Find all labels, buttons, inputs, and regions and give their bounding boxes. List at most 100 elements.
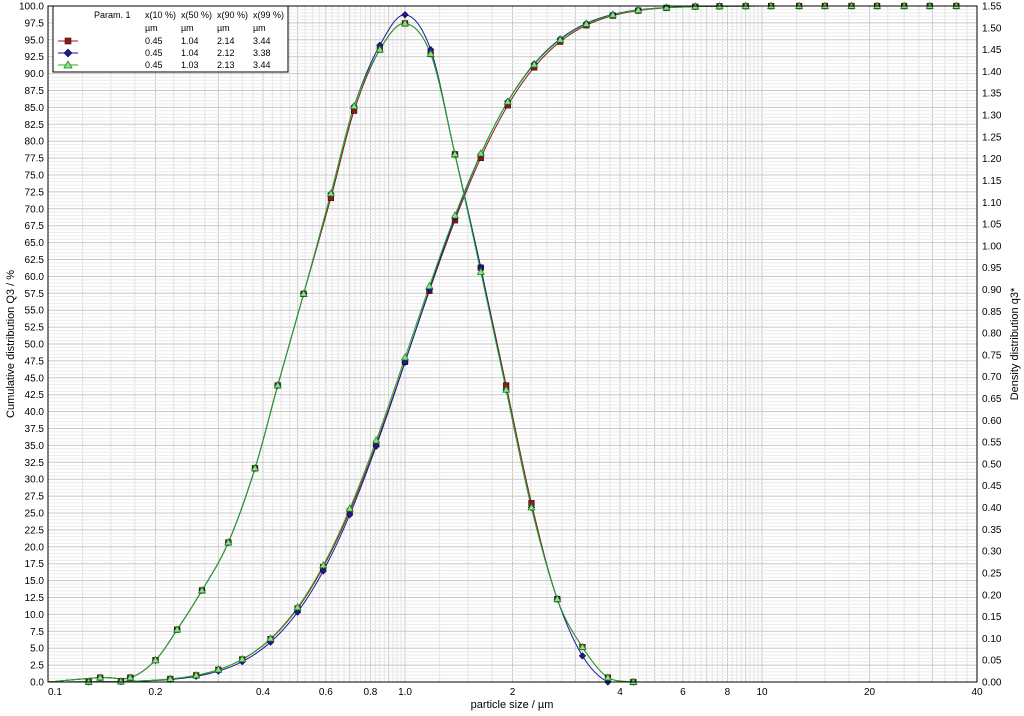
y-left-tick-label: 100.0 [19,2,44,13]
y-left-tick-label: 80.0 [25,137,45,148]
y-right-tick-label: 0.00 [982,678,1002,689]
x-tick-label: 10 [756,687,768,698]
y-left-tick-label: 20.0 [25,542,45,553]
legend-row-1-x50: 1.04 [181,36,199,46]
y-right-tick-label: 0.85 [982,307,1002,318]
legend-row-1-x99: 3.44 [253,36,271,46]
y-right-tick-label: 1.45 [982,45,1002,56]
y-right-tick-label: 1.20 [982,154,1002,165]
x-tick-label: 2 [510,687,516,698]
y-left-tick-label: 2.5 [30,661,44,672]
y-left-tick-label: 30.0 [25,475,45,486]
y-left-tick-label: 27.5 [25,492,45,503]
y-right-tick-label: 1.35 [982,89,1002,100]
y-left-tick-label: 90.0 [25,69,45,80]
y-right-tick-label: 1.30 [982,111,1002,122]
y-right-tick-label: 1.10 [982,198,1002,209]
y-right-tick-label: 0.05 [982,656,1002,667]
y-left-tick-label: 57.5 [25,289,45,300]
y-left-tick-label: 50.0 [25,340,45,351]
legend-row-2-x90: 2.12 [217,48,235,58]
y-right-tick-label: 1.50 [982,23,1002,34]
x-tick-label: 40 [971,687,983,698]
y-left-tick-label: 40.0 [25,407,45,418]
x-tick-label: 0.4 [256,687,270,698]
y-left-tick-label: 5.0 [30,644,44,655]
y-left-tick-label: 67.5 [25,221,45,232]
y-left-tick-label: 10.0 [25,610,45,621]
y-left-tick-label: 75.0 [25,171,45,182]
y-right-tick-label: 0.10 [982,634,1002,645]
y-left-tick-label: 7.5 [30,627,44,638]
x-tick-label: 0.6 [319,687,333,698]
y-left-tick-label: 25.0 [25,509,45,520]
legend-unit-x90: µm [217,23,230,33]
x-tick-label: 0.8 [363,687,377,698]
y-left-tick-label: 15.0 [25,576,45,587]
y-left-tick-label: 0.0 [30,678,44,689]
y-left-tick-label: 47.5 [25,356,45,367]
legend-row-1-x90: 2.14 [217,36,235,46]
y-left-tick-label: 37.5 [25,424,45,435]
x-tick-label: 4 [617,687,623,698]
y-left-tick-label: 12.5 [25,593,45,604]
x-tick-label: 0.2 [149,687,163,698]
y-right-tick-label: 0.30 [982,547,1002,558]
y-right-tick-label: 1.55 [982,2,1002,13]
x-tick-label: 20 [864,687,876,698]
legend-row-3-x10: 0.45 [145,60,163,70]
x-axis-title: particle size / µm [471,699,554,711]
y-right-tick-label: 0.15 [982,612,1002,623]
y-left-tick-label: 77.5 [25,154,45,165]
x-tick-label: 6 [680,687,686,698]
y-left-tick-label: 92.5 [25,52,45,63]
y-left-tick-label: 55.0 [25,306,45,317]
y-right-tick-label: 0.95 [982,263,1002,274]
y-right-tick-label: 0.70 [982,372,1002,383]
y-left-tick-label: 52.5 [25,323,45,334]
y-right-tick-label: 0.90 [982,285,1002,296]
y-left-tick-label: 65.0 [25,238,45,249]
y-left-tick-label: 87.5 [25,86,45,97]
y-right-tick-label: 0.60 [982,416,1002,427]
legend-header-param: Param. 1 [94,10,131,20]
y-left-tick-label: 85.0 [25,103,45,114]
y-right-tick-label: 1.40 [982,67,1002,78]
y-left-tick-label: 95.0 [25,35,45,46]
legend-unit-x50: µm [181,23,194,33]
y-left-tick-label: 17.5 [25,559,45,570]
legend-row-3-x99: 3.44 [253,60,271,70]
y-right-tick-label: 0.55 [982,438,1002,449]
legend-row-2-x50: 1.04 [181,48,199,58]
legend-header-x99: x(99 %) [253,10,284,20]
y-left-tick-label: 60.0 [25,272,45,283]
legend-row-2-x99: 3.38 [253,48,271,58]
y-right-tick-label: 1.05 [982,220,1002,231]
y-right-tick-label: 0.75 [982,350,1002,361]
y-right-tick-label: 1.25 [982,132,1002,143]
y-left-tick-label: 82.5 [25,120,45,131]
legend-unit-x99: µm [253,23,266,33]
y-right-tick-label: 0.20 [982,590,1002,601]
y-right-tick-label: 0.40 [982,503,1002,514]
y-left-tick-label: 32.5 [25,458,45,469]
y-axis-left-title: Cumulative distribution Q3 / % [5,270,17,418]
legend-row-2-x10: 0.45 [145,48,163,58]
y-left-tick-label: 45.0 [25,373,45,384]
legend: Param. 1 x(10 %) x(50 %) x(90 %) x(99 %)… [52,5,289,73]
y-left-tick-label: 35.0 [25,441,45,452]
y-left-tick-label: 72.5 [25,187,45,198]
y-right-tick-label: 0.45 [982,481,1002,492]
particle-size-chart: 0.0 2.5 5.0 7.5 10.0 12.5 15.0 17.5 20.0 22.5 25.0… [5,2,1021,712]
y-right-tick-label: 0.65 [982,394,1002,405]
legend-header-x50: x(50 %) [181,10,212,20]
y-left-tick-label: 62.5 [25,255,45,266]
legend-header-x90: x(90 %) [217,10,248,20]
legend-row-1-x10: 0.45 [145,36,163,46]
legend-row-3-x90: 2.13 [217,60,235,70]
legend-header-x10: x(10 %) [145,10,176,20]
y-left-tick-label: 97.5 [25,18,45,29]
y-axis-right-title: Density distribution q3* [1009,287,1021,400]
legend-marker-square [64,37,72,45]
y-right-tick-label: 0.50 [982,459,1002,470]
